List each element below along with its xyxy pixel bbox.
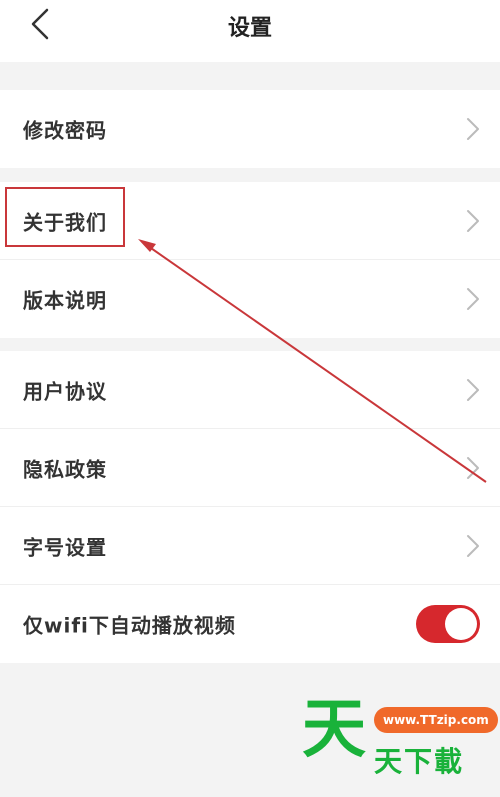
- watermark-url: www.TTzip.com: [374, 707, 498, 733]
- watermark-text: 天下載: [374, 745, 465, 778]
- watermark-logo: 天 www.TTzip.com 天下載: [302, 693, 498, 780]
- settings-page: 设置 修改密码 关于我们 版本说明 用户协议 隐私政策 字号设置 仅wifi下自…: [0, 0, 500, 797]
- annotation-arrow-icon: [138, 239, 487, 483]
- watermark-big-char: 天: [302, 693, 366, 767]
